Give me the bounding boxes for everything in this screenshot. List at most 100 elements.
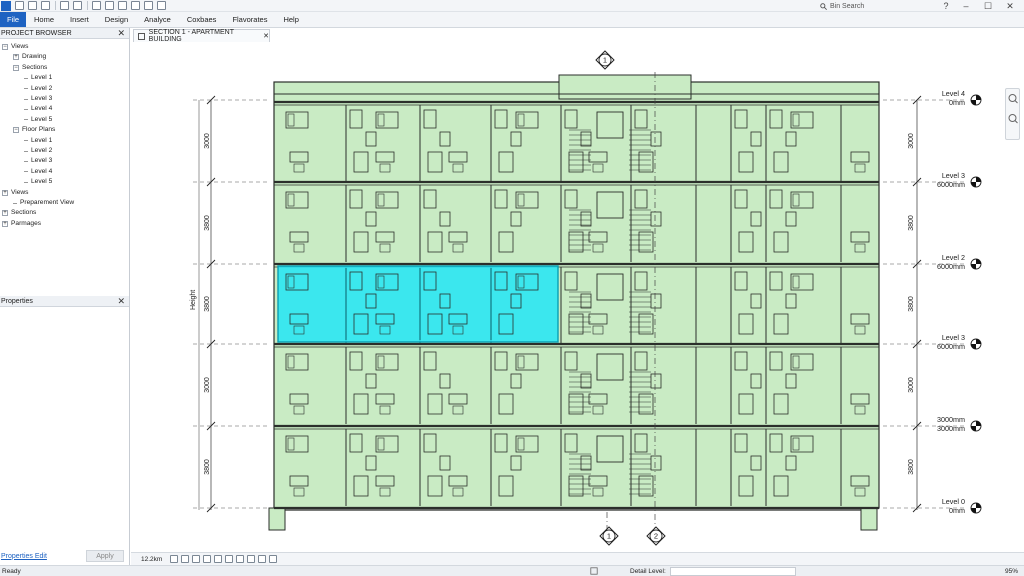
navigation-bar[interactable]: [1005, 88, 1020, 140]
measure-icon[interactable]: [92, 1, 101, 10]
undo-icon[interactable]: [60, 1, 69, 10]
crop-view-icon[interactable]: [214, 555, 222, 563]
tree-item[interactable]: Level 3: [24, 156, 52, 166]
tree-connector: [24, 98, 28, 100]
height-label: Height: [190, 290, 197, 310]
footing-left: [268, 507, 286, 531]
reveal-hidden-icon[interactable]: [247, 555, 255, 563]
app-logo-icon[interactable]: [1, 0, 11, 11]
zoom-icon[interactable]: [1006, 89, 1019, 139]
collapse-icon[interactable]: −: [2, 44, 8, 50]
print-icon[interactable]: [41, 1, 50, 10]
section-icon[interactable]: [131, 1, 140, 10]
thin-lines-icon[interactable]: [144, 1, 153, 10]
properties-edit-link[interactable]: Properties Edit: [1, 553, 47, 560]
tree-item[interactable]: Level 5: [24, 177, 52, 187]
close-hidden-icon[interactable]: [157, 1, 166, 10]
tab-insert[interactable]: Insert: [62, 12, 97, 27]
dimension-text: 3000: [908, 377, 915, 393]
tree-connector: [24, 140, 28, 142]
tree-item-label: Level 1: [31, 74, 53, 82]
tree-item[interactable]: Preparement View: [13, 198, 74, 208]
project-browser-title: PROJECT BROWSER: [1, 29, 72, 37]
tree-item[interactable]: Level 4: [24, 167, 52, 177]
level-elevation: 6000mm: [937, 262, 965, 271]
dimension-text: 3800: [908, 215, 915, 231]
tab-home[interactable]: Home: [26, 12, 62, 27]
save-icon[interactable]: [28, 1, 37, 10]
tree-item-label: Level 5: [31, 115, 53, 123]
zoom-level[interactable]: 95%: [1005, 568, 1018, 575]
close-tab-icon[interactable]: ✕: [263, 32, 269, 40]
tree-item[interactable]: + Sections: [2, 208, 36, 218]
tree-item[interactable]: − Views: [2, 42, 28, 52]
drawing-canvas[interactable]: 1 1 2 3000 3800 3800 3000 3800 3000 3800 3800 3000 3…: [131, 42, 1024, 552]
show-crop-icon[interactable]: [225, 555, 233, 563]
tab-file[interactable]: File: [0, 12, 26, 27]
workset-icon[interactable]: [590, 567, 598, 575]
minimize-icon[interactable]: –: [958, 0, 974, 12]
apply-button[interactable]: Apply: [86, 550, 124, 562]
close-icon[interactable]: ✕: [117, 28, 125, 39]
temporary-hide-icon[interactable]: [236, 555, 244, 563]
level-elevation: 0mm: [949, 506, 965, 515]
shadows-icon[interactable]: [203, 555, 211, 563]
tree-item[interactable]: − Floor Plans: [13, 125, 55, 135]
close-icon[interactable]: ✕: [117, 296, 125, 307]
tree-item[interactable]: Level 5: [24, 115, 52, 125]
detail-level-select[interactable]: [669, 566, 796, 576]
tree-connector: [24, 150, 28, 152]
tree-item[interactable]: − Sections: [13, 63, 47, 73]
tree-item[interactable]: + Parmages: [2, 219, 41, 229]
tree-item[interactable]: Level 1: [24, 73, 52, 83]
tab-section-1[interactable]: SECTION 1 - APARTMENT BUILDING ✕: [133, 29, 270, 43]
tree-item[interactable]: Level 1: [24, 136, 52, 146]
maximize-icon[interactable]: ☐: [980, 0, 996, 12]
visual-style-icon[interactable]: [181, 555, 189, 563]
tree-item[interactable]: Level 4: [24, 104, 52, 114]
tree-item-label: Floor Plans: [22, 126, 56, 134]
view-control-bar: 12.2km: [131, 552, 1024, 565]
tree-item[interactable]: Level 2: [24, 84, 52, 94]
help-icon[interactable]: ?: [938, 0, 954, 12]
view-scale[interactable]: 12.2km: [131, 556, 167, 563]
tree-item[interactable]: Level 2: [24, 146, 52, 156]
tab-help[interactable]: Help: [275, 12, 306, 27]
tab-coxbaes[interactable]: Coxbaes: [179, 12, 225, 27]
text-icon[interactable]: [105, 1, 114, 10]
search-box[interactable]: Bin Search: [820, 1, 904, 11]
expand-icon[interactable]: +: [2, 220, 8, 227]
tree-item[interactable]: + Views: [2, 188, 28, 198]
collapse-icon[interactable]: −: [13, 64, 19, 71]
expand-icon[interactable]: +: [2, 189, 8, 196]
open-icon[interactable]: [15, 1, 24, 10]
tree-connector: [24, 181, 28, 183]
highlight-icon[interactable]: [269, 555, 277, 563]
level-elevation: 6000mm: [937, 180, 965, 189]
tab-design[interactable]: Design: [97, 12, 136, 27]
tab-flavorates[interactable]: Flavorates: [224, 12, 275, 27]
tab-analyce[interactable]: Analyce: [136, 12, 179, 27]
properties-panel: Properties ✕: [0, 296, 130, 565]
expand-icon[interactable]: +: [2, 210, 8, 217]
section-drawing[interactable]: 1 1 2 3000 3800 3800 3000 3800 3000 3800 3800 3000 3…: [131, 42, 1024, 552]
tree-connector: [24, 88, 28, 90]
grid-label: 1: [607, 532, 611, 541]
close-icon[interactable]: ✕: [1002, 0, 1018, 12]
toolbar-separator: [55, 1, 56, 10]
toolbar-separator: [87, 1, 88, 10]
collapse-icon[interactable]: −: [13, 127, 19, 134]
annotate-icon[interactable]: [118, 1, 127, 10]
analytical-model-icon[interactable]: [258, 555, 266, 563]
tree-item-label: Drawing: [22, 53, 47, 61]
tree-item[interactable]: + Drawing: [13, 52, 46, 62]
dimension-text: 3800: [908, 459, 915, 475]
redo-icon[interactable]: [73, 1, 82, 10]
tree-item[interactable]: Level 3: [24, 94, 52, 104]
grid-label: 1: [603, 56, 607, 65]
sun-path-icon[interactable]: [192, 555, 200, 563]
expand-icon[interactable]: +: [13, 54, 19, 61]
detail-level-icon[interactable]: [170, 555, 178, 563]
tree-item-label: Level 2: [31, 147, 53, 154]
project-browser-panel: PROJECT BROWSER ✕ − Views + Drawing − Section…: [0, 28, 130, 296]
